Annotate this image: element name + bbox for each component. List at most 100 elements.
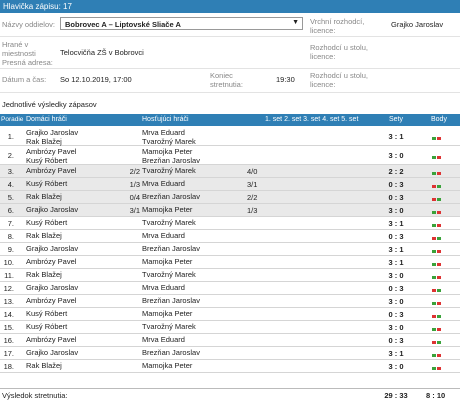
- points-indicator: [432, 133, 442, 142]
- loss-point-icon: [432, 184, 436, 188]
- chief-ref-label: Vrchní rozhodcí, licence:: [310, 17, 365, 35]
- row-number: 9.: [7, 245, 14, 254]
- win-point-icon: [432, 366, 436, 370]
- guest-player: Mrva Eduard: [142, 231, 185, 240]
- home-player: Ambrózy Pavel: [26, 296, 77, 305]
- row-number: 11.: [4, 271, 14, 280]
- home-player: Kusý Róbert: [26, 179, 68, 188]
- loss-point-icon: [437, 136, 441, 140]
- row-number: 18.: [3, 362, 14, 371]
- win-point-icon: [437, 184, 441, 188]
- home-player: Grajko Jaroslav: [26, 205, 79, 214]
- sets-result: 0 : 3: [388, 336, 404, 345]
- table-row: 4. Kusý Róbert Mrva Eduard 1/3 3/1 0 : 3: [0, 178, 460, 191]
- set-score: 1/3: [247, 206, 258, 215]
- loss-point-icon: [437, 301, 441, 305]
- table-ref2-label: Rozhodcí u stolu, licence:: [310, 71, 368, 89]
- points-indicator: [432, 272, 442, 281]
- guest-player: Brezňan Jaroslav: [142, 348, 200, 357]
- sets-result: 3 : 0: [388, 206, 404, 215]
- row-number: 14.: [3, 310, 14, 319]
- home-player: Ambrózy Pavel: [26, 166, 77, 175]
- loss-point-icon: [437, 171, 441, 175]
- venue-label: Hrané v miestnosti Presná adresa:: [2, 40, 53, 67]
- home-player: Kusý Róbert: [26, 309, 68, 318]
- table-ref-label: Rozhodcí u stolu, licence:: [310, 43, 368, 61]
- points-indicator: [432, 337, 442, 346]
- footer-label: Výsledok stretnutia:: [2, 391, 68, 400]
- table-row: 12. Grajko Jaroslav Mrva Eduard 0 : 3: [0, 282, 460, 295]
- sets-result: 3 : 0: [388, 297, 404, 306]
- team-select[interactable]: Bobrovec A – Liptovské Sliače A ▼: [60, 17, 303, 30]
- points-indicator: [432, 285, 442, 294]
- table-row: 16. Ambrózy Pavel Mrva Eduard 0 : 3: [0, 334, 460, 347]
- chief-ref-value: Grajko Jaroslav: [391, 20, 444, 29]
- home-player: Ambrózy Pavel: [26, 335, 77, 344]
- guest-player: Tvarožný Marek: [142, 137, 196, 146]
- home-player: Rak Blažej: [26, 192, 62, 201]
- loss-point-icon: [437, 262, 441, 266]
- points-indicator: [432, 181, 442, 190]
- section-title: Jednotlivé výsledky zápasov: [2, 100, 97, 109]
- home-player: Grajko Jaroslav: [26, 283, 79, 292]
- header-bar: Hlavička zápisu: 17: [0, 0, 460, 13]
- home-player: Rak Blažej: [26, 270, 62, 279]
- sets-result: 3 : 1: [388, 219, 404, 228]
- set-score: 1/3: [129, 180, 140, 189]
- home-player: Grajko Jaroslav: [26, 348, 79, 357]
- table-row: 3. Ambrózy Pavel Tvarožný Marek 2/2 4/0 2 : 2: [0, 165, 460, 178]
- datetime-value: So 12.10.2019, 17:00: [60, 75, 132, 84]
- sets-result: 0 : 3: [388, 180, 404, 189]
- row-number: 16.: [3, 336, 14, 345]
- win-point-icon: [437, 340, 441, 344]
- win-point-icon: [432, 223, 436, 227]
- home-player: Kusý Róbert: [26, 218, 68, 227]
- win-point-icon: [432, 275, 436, 279]
- sets-result: 3 : 1: [388, 349, 404, 358]
- row-number: 13.: [3, 297, 14, 306]
- loss-point-icon: [432, 340, 436, 344]
- table-row: 7. Kusý Róbert Tvarožný Marek 3 : 1: [0, 217, 460, 230]
- points-indicator: [432, 298, 442, 307]
- col-body: Body: [431, 116, 447, 123]
- table-row: 13. Ambrózy Pavel Brezňan Jaroslav 3 : 0: [0, 295, 460, 308]
- sets-result: 0 : 3: [388, 193, 404, 202]
- guest-player: Brezňan Jaroslav: [142, 192, 200, 201]
- loss-point-icon: [432, 236, 436, 240]
- points-indicator: [432, 259, 442, 268]
- set-score: 2/2: [129, 167, 140, 176]
- win-point-icon: [432, 210, 436, 214]
- chevron-down-icon: ▼: [292, 19, 299, 26]
- win-point-icon: [437, 288, 441, 292]
- sets-result: 0 : 3: [388, 232, 404, 241]
- guest-player: Mrva Eduard: [142, 335, 185, 344]
- home-player: Grajko Jaroslav: [26, 244, 79, 253]
- row-number: 8.: [7, 232, 14, 241]
- divider: [0, 36, 460, 37]
- divider: [0, 68, 460, 69]
- points-indicator: [432, 350, 442, 359]
- table-row: 18. Rak Blažej Mamojka Peter 3 : 0: [0, 360, 460, 373]
- points-indicator: [432, 246, 442, 255]
- win-point-icon: [432, 327, 436, 331]
- row-number: 12.: [3, 284, 14, 293]
- points-indicator: [432, 363, 442, 372]
- table-row: 5. Rak Blažej Brezňan Jaroslav 0/4 2/2 0 : 3: [0, 191, 460, 204]
- table-header: Poradie Domáci hráči Hosťujúci hráči 1. …: [0, 114, 460, 126]
- row-number: 6.: [7, 206, 14, 215]
- table-footer: Výsledok stretnutia: 29 : 33 8 : 10: [0, 388, 460, 400]
- guest-player: Brezňan Jaroslav: [142, 156, 200, 165]
- end-value: 19:30: [276, 75, 295, 84]
- guest-player: Mrva Eduard: [142, 283, 185, 292]
- guest-player: Mrva Eduard: [142, 179, 185, 188]
- loss-point-icon: [437, 353, 441, 357]
- guest-player: Brezňan Jaroslav: [142, 244, 200, 253]
- points-indicator: [432, 324, 442, 333]
- sets-result: 2 : 2: [388, 167, 404, 176]
- table-row: 10. Ambrózy Pavel Mamojka Peter 3 : 1: [0, 256, 460, 269]
- col-sety: Sety: [389, 116, 404, 123]
- points-indicator: [432, 152, 442, 161]
- footer-sety: 29 : 33: [384, 391, 408, 400]
- points-indicator: [432, 220, 442, 229]
- win-point-icon: [432, 171, 436, 175]
